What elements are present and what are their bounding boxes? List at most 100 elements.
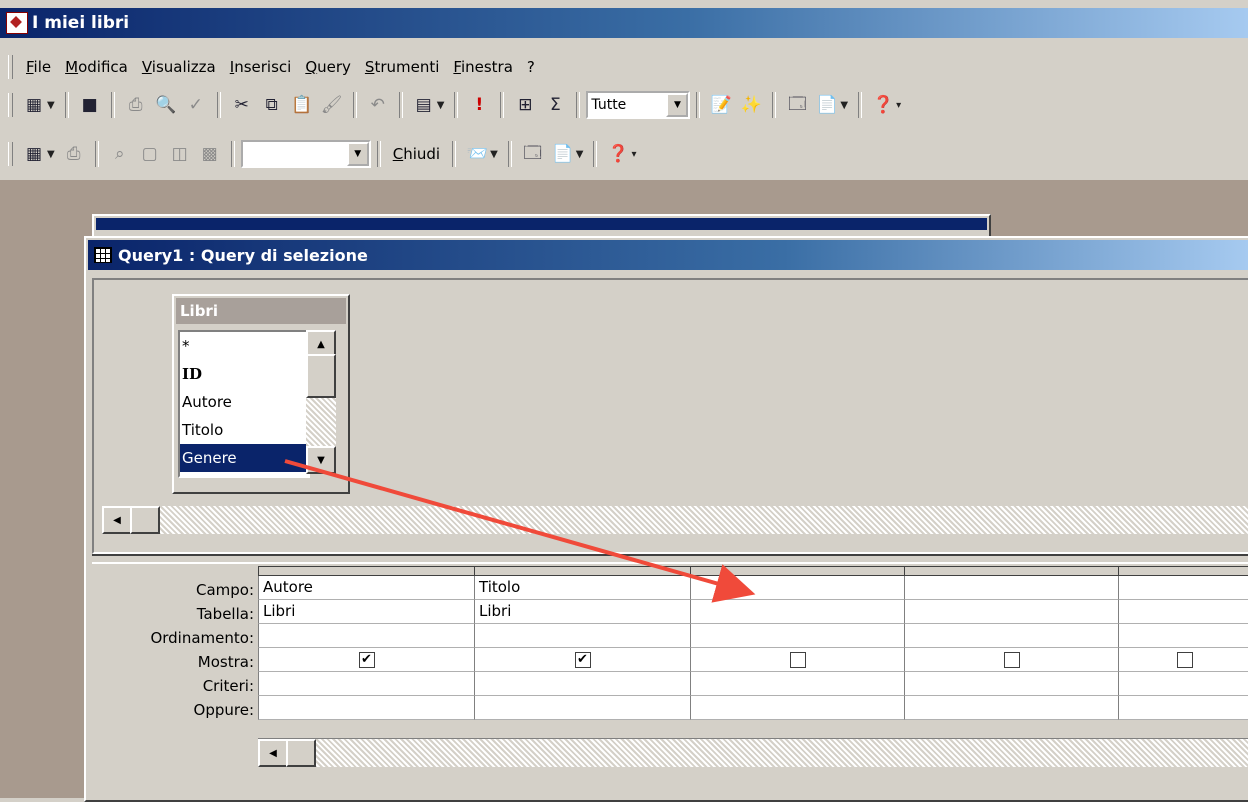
print-icon[interactable]: ⎙ xyxy=(123,92,149,118)
build-icon[interactable]: ✨ xyxy=(738,92,764,118)
query-type-icon[interactable]: ▤ xyxy=(411,92,437,118)
menu-strumenti[interactable]: Strumenti xyxy=(358,58,446,76)
scroll-down-icon[interactable]: ▼ xyxy=(306,446,336,474)
multiple-pages-icon[interactable]: ▩ xyxy=(197,141,223,167)
scroll-thumb[interactable] xyxy=(286,739,316,767)
chevron-down-icon[interactable]: ▼ xyxy=(47,149,55,160)
grid-cell-tabella[interactable] xyxy=(904,600,1118,624)
grid-cell-criteri[interactable] xyxy=(258,672,474,696)
column-selector[interactable] xyxy=(903,566,1118,576)
grid-cell-tabella[interactable] xyxy=(690,600,904,624)
table-pane-hscrollbar[interactable]: ◀ xyxy=(102,506,1248,534)
scroll-thumb[interactable] xyxy=(306,354,336,398)
new-object-icon[interactable]: 📄 xyxy=(550,141,576,167)
column-selector[interactable] xyxy=(1117,566,1248,576)
toolbar-options-icon[interactable]: ▾ xyxy=(896,100,901,111)
view-icon[interactable]: ▦ xyxy=(21,141,47,167)
menu-visualizza[interactable]: Visualizza xyxy=(135,58,223,76)
chevron-down-icon[interactable]: ▼ xyxy=(437,100,445,111)
grid-cell-oppure[interactable] xyxy=(474,696,690,720)
scroll-left-icon[interactable]: ◀ xyxy=(258,739,288,767)
show-checkbox[interactable] xyxy=(1176,651,1193,668)
grid-cell-tabella[interactable] xyxy=(1118,600,1248,624)
show-checkbox[interactable]: ✔ xyxy=(574,651,591,668)
pane-splitter[interactable] xyxy=(92,554,1248,564)
grid-cell-criteri[interactable] xyxy=(690,672,904,696)
grid-cell-ordinamento[interactable] xyxy=(474,624,690,648)
field-genere[interactable]: Genere xyxy=(180,444,308,472)
grid-cell-oppure[interactable] xyxy=(1118,696,1248,720)
scroll-thumb[interactable] xyxy=(130,506,160,534)
menu-help[interactable]: ? xyxy=(520,58,542,76)
app-titlebar[interactable]: I miei libri xyxy=(0,8,1248,38)
help-icon[interactable]: ❓ xyxy=(605,141,631,167)
chevron-down-icon[interactable]: ▼ xyxy=(346,142,369,166)
close-preview-button[interactable]: Chiudi xyxy=(387,145,446,163)
column-selector[interactable] xyxy=(689,566,904,576)
query-window-titlebar[interactable]: Query1 : Query di selezione xyxy=(88,240,1248,270)
access-app-icon[interactable] xyxy=(6,12,28,34)
grid-cell-campo[interactable]: Titolo xyxy=(474,576,690,600)
grid-cell-criteri[interactable] xyxy=(904,672,1118,696)
grid-cell-campo[interactable] xyxy=(1118,576,1248,600)
table-field-list-libri[interactable]: Libri * ID Autore Titolo Genere ▲ ▼ xyxy=(172,294,350,494)
paste-icon[interactable]: 📋 xyxy=(289,92,315,118)
field-all[interactable]: * xyxy=(180,332,308,360)
chevron-down-icon[interactable]: ▼ xyxy=(47,100,55,111)
grid-cell-campo[interactable] xyxy=(904,576,1118,600)
field-list-scrollbar[interactable]: ▲ ▼ xyxy=(306,330,336,474)
database-window-icon[interactable]: 🗔 xyxy=(520,141,546,167)
toolbar-options-icon[interactable]: ▾ xyxy=(631,149,636,160)
toolbar-grip[interactable] xyxy=(8,93,13,117)
grid-cell-oppure[interactable] xyxy=(258,696,474,720)
field-id[interactable]: ID xyxy=(180,360,308,388)
chevron-down-icon[interactable]: ▼ xyxy=(490,149,498,160)
scroll-left-icon[interactable]: ◀ xyxy=(102,506,132,534)
cut-icon[interactable]: ✂ xyxy=(229,92,255,118)
grid-hscrollbar[interactable]: ◀ xyxy=(258,738,1248,767)
top-values-combo[interactable]: Tutte ▼ xyxy=(586,91,691,119)
print-preview-icon[interactable]: 🔍 xyxy=(153,92,179,118)
two-pages-icon[interactable]: ◫ xyxy=(167,141,193,167)
copy-icon[interactable]: ⧉ xyxy=(259,92,285,118)
new-object-icon[interactable]: 📄 xyxy=(814,92,840,118)
format-painter-icon[interactable]: 🖌 xyxy=(319,92,345,118)
print-icon[interactable]: ⎙ xyxy=(61,141,87,167)
grid-cell-oppure[interactable] xyxy=(690,696,904,720)
chevron-down-icon[interactable]: ▼ xyxy=(576,149,584,160)
show-table-icon[interactable]: ⊞ xyxy=(512,92,538,118)
show-checkbox[interactable] xyxy=(789,651,806,668)
grid-cell-tabella[interactable]: Libri xyxy=(474,600,690,624)
menubar-grip[interactable] xyxy=(8,55,13,79)
grid-cell-ordinamento[interactable] xyxy=(258,624,474,648)
toolbar-grip[interactable] xyxy=(8,142,13,166)
zoom-combo[interactable]: ▼ xyxy=(240,140,371,168)
grid-cell-ordinamento[interactable] xyxy=(690,624,904,648)
grid-cell-ordinamento[interactable] xyxy=(1118,624,1248,648)
field-titolo[interactable]: Titolo xyxy=(180,416,308,444)
datasheet-view-icon[interactable]: ▦ xyxy=(21,92,47,118)
grid-cell-criteri[interactable] xyxy=(1118,672,1248,696)
grid-cell-criteri[interactable] xyxy=(474,672,690,696)
run-icon[interactable]: ! xyxy=(466,92,492,118)
chevron-down-icon[interactable]: ▼ xyxy=(666,93,689,117)
office-links-icon[interactable]: 📨 xyxy=(464,141,490,167)
show-checkbox[interactable] xyxy=(1003,651,1020,668)
properties-icon[interactable]: 📝 xyxy=(708,92,734,118)
grid-cell-tabella[interactable]: Libri xyxy=(258,600,474,624)
column-selector[interactable] xyxy=(258,566,474,576)
field-list[interactable]: * ID Autore Titolo Genere xyxy=(178,330,310,478)
grid-cell-campo[interactable]: Autore xyxy=(258,576,474,600)
database-window-icon[interactable]: 🗔 xyxy=(784,92,810,118)
field-autore[interactable]: Autore xyxy=(180,388,308,416)
grid-cell-oppure[interactable] xyxy=(904,696,1118,720)
spelling-icon[interactable]: ✓ xyxy=(183,92,209,118)
save-icon[interactable]: ■ xyxy=(77,92,103,118)
zoom-icon[interactable]: ⌕ xyxy=(107,141,133,167)
menu-inserisci[interactable]: Inserisci xyxy=(223,58,299,76)
grid-cell-campo[interactable] xyxy=(690,576,904,600)
help-icon[interactable]: ❓ xyxy=(870,92,896,118)
show-checkbox[interactable]: ✔ xyxy=(358,651,375,668)
table-box-title[interactable]: Libri xyxy=(176,298,346,324)
menu-modifica[interactable]: Modifica xyxy=(58,58,135,76)
